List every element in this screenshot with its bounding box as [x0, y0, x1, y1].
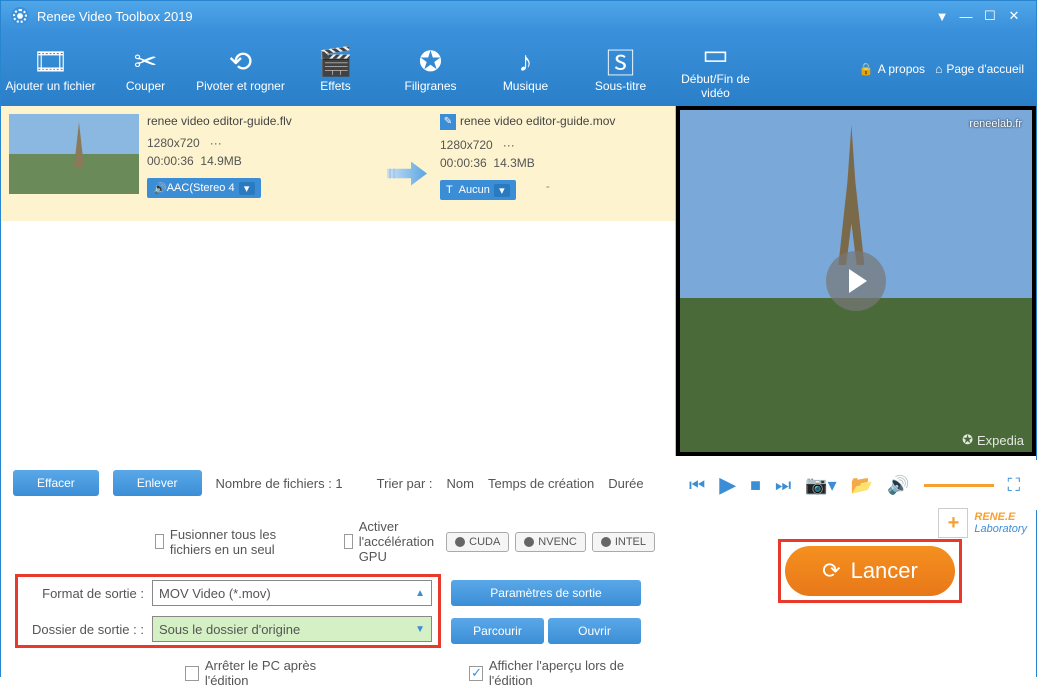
clear-button[interactable]: Effacer	[13, 470, 99, 496]
volume-button[interactable]: 🔊	[887, 475, 909, 496]
nvenc-chip: NVENC	[515, 532, 586, 552]
subtitle-dropdown[interactable]: T Aucun▾	[440, 180, 516, 200]
home-icon: ⌂	[935, 62, 942, 76]
watermark-icon: ✪	[383, 44, 478, 79]
sort-duration[interactable]: Durée	[608, 476, 643, 491]
sort-name[interactable]: Nom	[447, 476, 474, 491]
source-filename: renee video editor-guide.flv	[147, 114, 374, 128]
home-link[interactable]: ⌂Page d'accueil	[935, 62, 1024, 76]
intel-chip: INTEL	[592, 532, 655, 552]
maximize-button[interactable]: ☐	[978, 6, 1002, 26]
play-control-button[interactable]: ▶	[719, 472, 736, 498]
stop-button[interactable]: ■	[750, 475, 761, 496]
open-button[interactable]: Ouvrir	[548, 618, 641, 644]
minimize-button[interactable]: —	[954, 6, 978, 26]
sort-label: Trier par :	[377, 476, 433, 491]
close-button[interactable]: ✕	[1002, 6, 1026, 26]
plus-icon: +	[938, 508, 968, 538]
music-button[interactable]: ♪Musique	[478, 44, 573, 93]
add-file-icon: 🎞	[3, 44, 98, 79]
brand-logo: + RENE.ELaboratory	[938, 508, 1027, 538]
trim-icon: ▭	[668, 37, 763, 72]
subtitle-button[interactable]: 🅂Sous-titre	[573, 44, 668, 93]
volume-slider[interactable]	[924, 484, 994, 487]
effects-icon: 🎬	[288, 44, 383, 79]
trim-button[interactable]: ▭Début/Fin de vidéo	[668, 37, 763, 100]
folder-label: Dossier de sortie : :	[24, 622, 144, 637]
next-button[interactable]: ⏭	[775, 475, 791, 496]
prev-button[interactable]: ⏮	[689, 475, 705, 496]
dropdown-icon[interactable]: ▼	[930, 6, 954, 26]
snapshot-button[interactable]: 📷▾	[805, 475, 836, 496]
watermark-text: reneelab.fr	[969, 118, 1022, 130]
lock-icon: 🔒	[859, 62, 874, 76]
output-params-button[interactable]: Paramètres de sortie	[451, 580, 641, 606]
watermark-button[interactable]: ✪Filigranes	[383, 44, 478, 93]
launch-button[interactable]: ⟳Lancer	[785, 546, 955, 596]
music-icon: ♪	[478, 44, 573, 79]
play-button[interactable]	[826, 251, 886, 311]
fullscreen-button[interactable]: ⛶	[1008, 475, 1021, 496]
effects-button[interactable]: 🎬Effets	[288, 44, 383, 93]
cuda-chip: CUDA	[446, 532, 509, 552]
audio-codec-dropdown[interactable]: 🔊 AAC(Stereo 4▾	[147, 178, 261, 198]
output-format-combo[interactable]: MOV Video (*.mov)▲	[152, 580, 432, 606]
browse-button[interactable]: Parcourir	[451, 618, 544, 644]
about-link[interactable]: 🔒A propos	[859, 62, 925, 76]
add-file-button[interactable]: 🎞Ajouter un fichier	[3, 44, 98, 93]
preview-checkbox[interactable]	[469, 666, 483, 681]
sort-time[interactable]: Temps de création	[488, 476, 594, 491]
file-count: Nombre de fichiers : 1	[216, 476, 343, 491]
expedia-logo: ✪ Expedia	[962, 432, 1024, 448]
remove-button[interactable]: Enlever	[113, 470, 202, 496]
edit-icon[interactable]: ✎	[440, 114, 456, 130]
cut-icon: ✂	[98, 44, 193, 79]
app-title: Renee Video Toolbox 2019	[37, 9, 193, 24]
rotate-crop-button[interactable]: ⟲Pivoter et rogner	[193, 44, 288, 93]
crop-icon: ⟲	[193, 44, 288, 79]
output-filename: ✎renee video editor-guide.mov	[440, 114, 667, 130]
shutdown-checkbox[interactable]	[185, 666, 199, 681]
cut-button[interactable]: ✂Couper	[98, 44, 193, 93]
open-folder-button[interactable]: 📂	[851, 475, 873, 496]
merge-checkbox[interactable]	[155, 534, 164, 549]
app-logo-icon	[11, 7, 29, 25]
gpu-checkbox[interactable]	[344, 534, 353, 549]
output-folder-combo[interactable]: Sous le dossier d'origine▼	[152, 616, 432, 642]
refresh-icon: ⟳	[822, 558, 840, 584]
format-label: Format de sortie :	[24, 586, 144, 601]
subtitle-icon: 🅂	[573, 44, 668, 79]
file-row[interactable]: renee video editor-guide.flv 1280x720 ··…	[1, 106, 675, 221]
video-preview: reneelab.fr ✪ Expedia	[680, 110, 1032, 452]
video-thumbnail	[9, 114, 139, 194]
convert-arrow-icon	[387, 162, 427, 186]
